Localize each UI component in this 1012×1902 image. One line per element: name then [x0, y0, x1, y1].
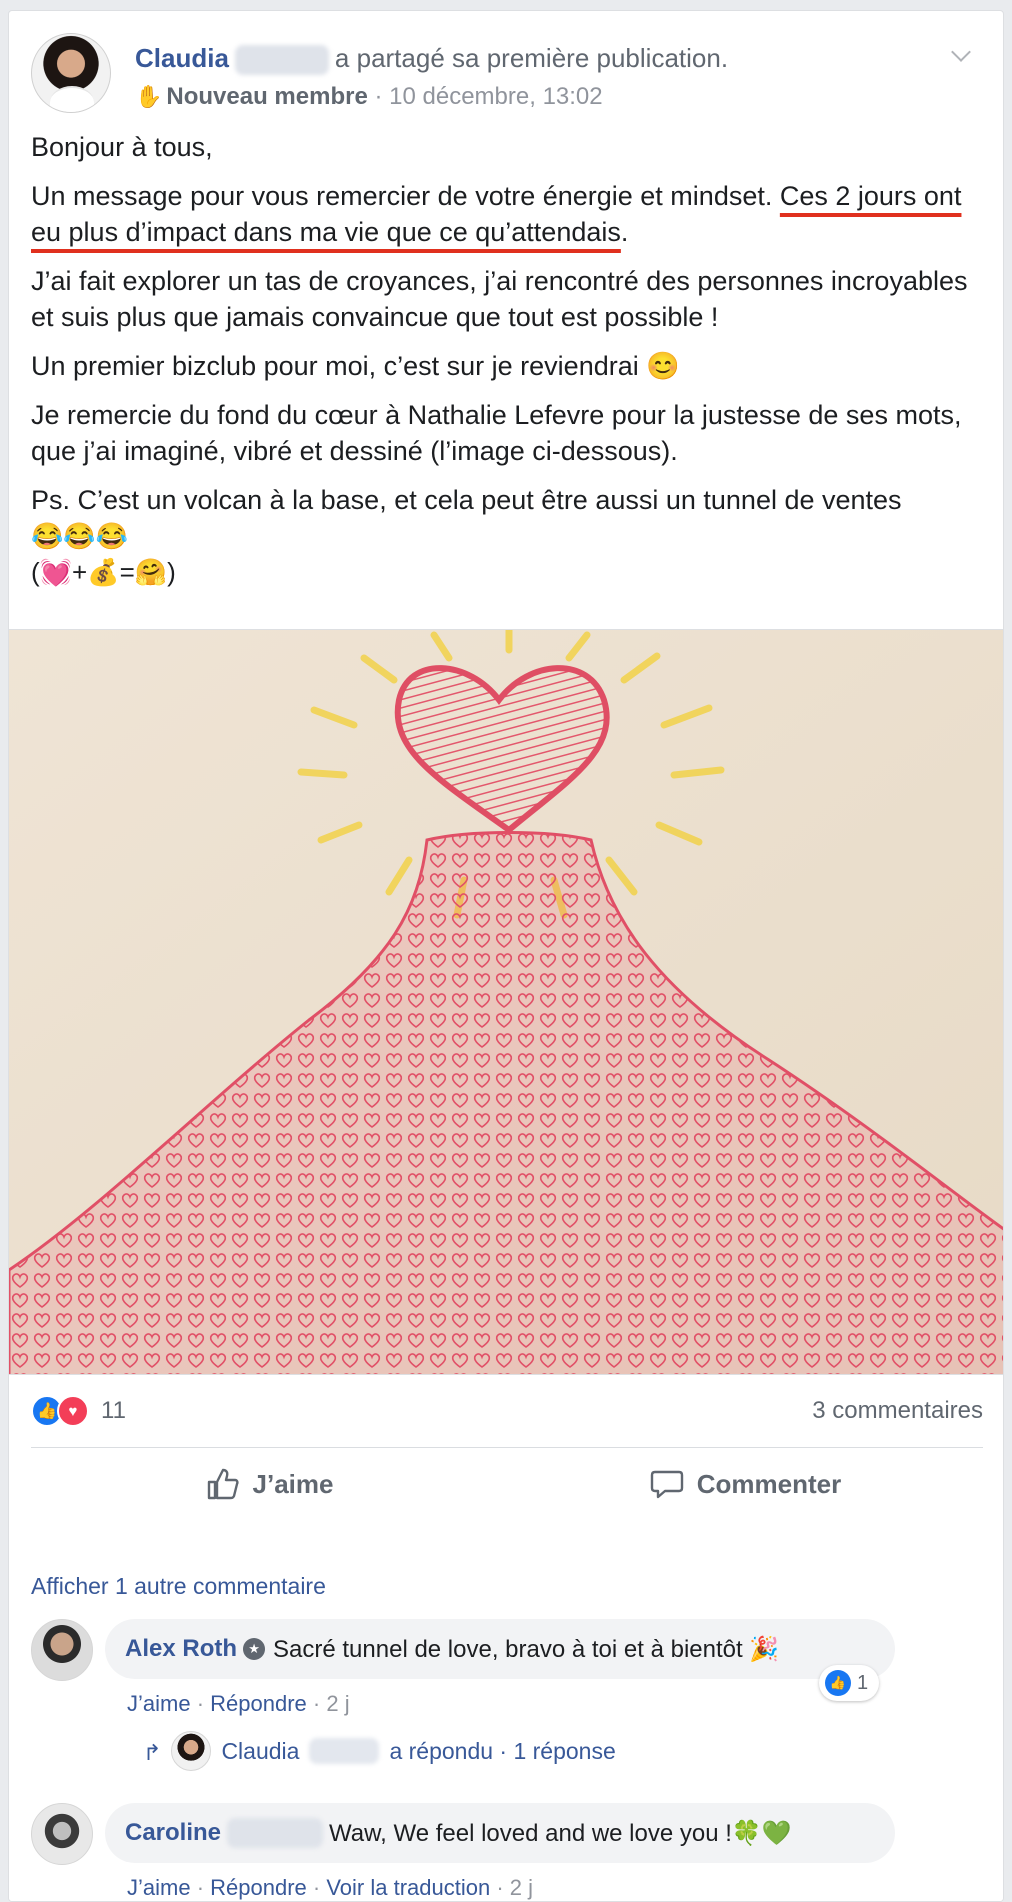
reply-summary[interactable]: ↳ Claudia a répondu · 1 réponse: [143, 1729, 616, 1773]
comment-meta: J’aime · Répondre · Voir la traduction ·…: [127, 1875, 534, 1900]
post-headline: Claudia a partagé sa première publication…: [135, 43, 729, 76]
post-action-text: a partagé sa première publication.: [334, 43, 729, 73]
comment-bubble-icon: [650, 1470, 683, 1499]
post-body: Bonjour à tous, Un message pour vous rem…: [31, 129, 991, 592]
post-paragraph: Je remercie du fond du cœur à Nathalie L…: [31, 400, 962, 466]
post-paragraph: Ps. C’est un volcan à la base, et cela p…: [31, 482, 991, 590]
like-button-label: J’aime: [252, 1468, 334, 1499]
commenter-name[interactable]: Alex Roth: [125, 1635, 237, 1663]
heart-volcano-drawing: [9, 630, 1003, 1374]
redacted-surname: [227, 1818, 324, 1848]
commenter-name[interactable]: Caroline: [125, 1819, 221, 1847]
reaction-count[interactable]: 11: [101, 1397, 126, 1425]
post-text-end: .: [620, 217, 629, 247]
reply-summary-text: a répondu · 1 réponse: [389, 1737, 616, 1764]
new-member-badge: Nouveau membre: [166, 83, 368, 110]
redacted-surname: [234, 45, 329, 76]
see-translation-link[interactable]: Voir la traduction: [326, 1875, 490, 1900]
post-timestamp[interactable]: · 10 décembre, 13:02: [374, 83, 602, 110]
post-actions: J’aime Commenter: [31, 1447, 983, 1521]
comment-text: Sacré tunnel de love, bravo à toi et à b…: [273, 1635, 780, 1663]
comment-like-count: 1: [857, 1671, 869, 1694]
post-paragraph: Un premier bizclub pour moi, c’est sur j…: [31, 351, 680, 381]
comment-time[interactable]: 2 j: [510, 1875, 533, 1900]
comment-meta: J’aime · Répondre · 2 j: [127, 1691, 350, 1716]
equation-emojis: (💓+💰=🤗): [31, 557, 176, 587]
laughing-emojis: 😂😂😂: [31, 521, 129, 551]
replier-avatar: [171, 1731, 212, 1771]
reactions-bar: 👍 ♥ 11 3 commentaires: [31, 1391, 983, 1431]
post-paragraph: Un message pour vous remercier de votre …: [31, 178, 991, 250]
like-reaction-icon: 👍: [825, 1670, 851, 1696]
comment-bubble: Caroline Waw, We feel loved and we love …: [105, 1803, 895, 1863]
post-text-plain: Un message pour vous remercier de votre …: [31, 181, 780, 211]
post-paragraph: Bonjour à tous,: [31, 132, 213, 162]
author-name[interactable]: Claudia: [135, 43, 229, 73]
replier-name: Claudia: [221, 1737, 300, 1764]
comment-reactions[interactable]: 👍 1: [819, 1665, 879, 1701]
show-more-comments-link[interactable]: Afficher 1 autre commentaire: [31, 1573, 326, 1600]
commenter-avatar[interactable]: [31, 1619, 93, 1681]
comment-time[interactable]: 2 j: [326, 1691, 349, 1716]
author-avatar[interactable]: [31, 33, 111, 113]
comment-like-link[interactable]: J’aime: [127, 1691, 191, 1716]
post-paragraph: J’ai fait explorer un tas de croyances, …: [31, 266, 968, 332]
wave-hand-icon: ✋: [135, 84, 163, 109]
post-options-chevron-icon[interactable]: [949, 43, 973, 67]
redacted-surname: [309, 1738, 380, 1764]
like-button[interactable]: J’aime: [31, 1447, 507, 1521]
love-reaction-icon: ♥: [57, 1395, 89, 1427]
post-meta: ✋ Nouveau membre · 10 décembre, 13:02: [135, 83, 603, 111]
post-card: Claudia a partagé sa première publication…: [8, 10, 1004, 1902]
post-header: Claudia a partagé sa première publication…: [31, 33, 981, 113]
comment-button[interactable]: Commenter: [507, 1447, 983, 1521]
post-text-plain: Ps. C’est un volcan à la base, et cela p…: [31, 485, 902, 515]
commenter-avatar[interactable]: [31, 1803, 93, 1865]
admin-badge-icon: [243, 1638, 266, 1660]
comment-reply-link[interactable]: Répondre: [210, 1691, 307, 1716]
reply-arrow-icon: ↳: [143, 1739, 162, 1764]
comment-button-label: Commenter: [696, 1468, 842, 1499]
comment-bubble: Alex Roth Sacré tunnel de love, bravo à …: [105, 1619, 895, 1679]
comment-reply-link[interactable]: Répondre: [210, 1875, 307, 1900]
comments-section: Afficher 1 autre commentaire Alex Roth S…: [9, 1541, 1003, 1901]
thumbs-up-icon: [207, 1468, 239, 1500]
post-photo[interactable]: [9, 629, 1003, 1375]
comment-like-link[interactable]: J’aime: [127, 1875, 191, 1900]
reaction-icons[interactable]: 👍 ♥: [31, 1395, 95, 1427]
comment-count[interactable]: 3 commentaires: [812, 1397, 983, 1425]
comment-text: Waw, We feel loved and we love you !🍀💚: [329, 1819, 792, 1847]
